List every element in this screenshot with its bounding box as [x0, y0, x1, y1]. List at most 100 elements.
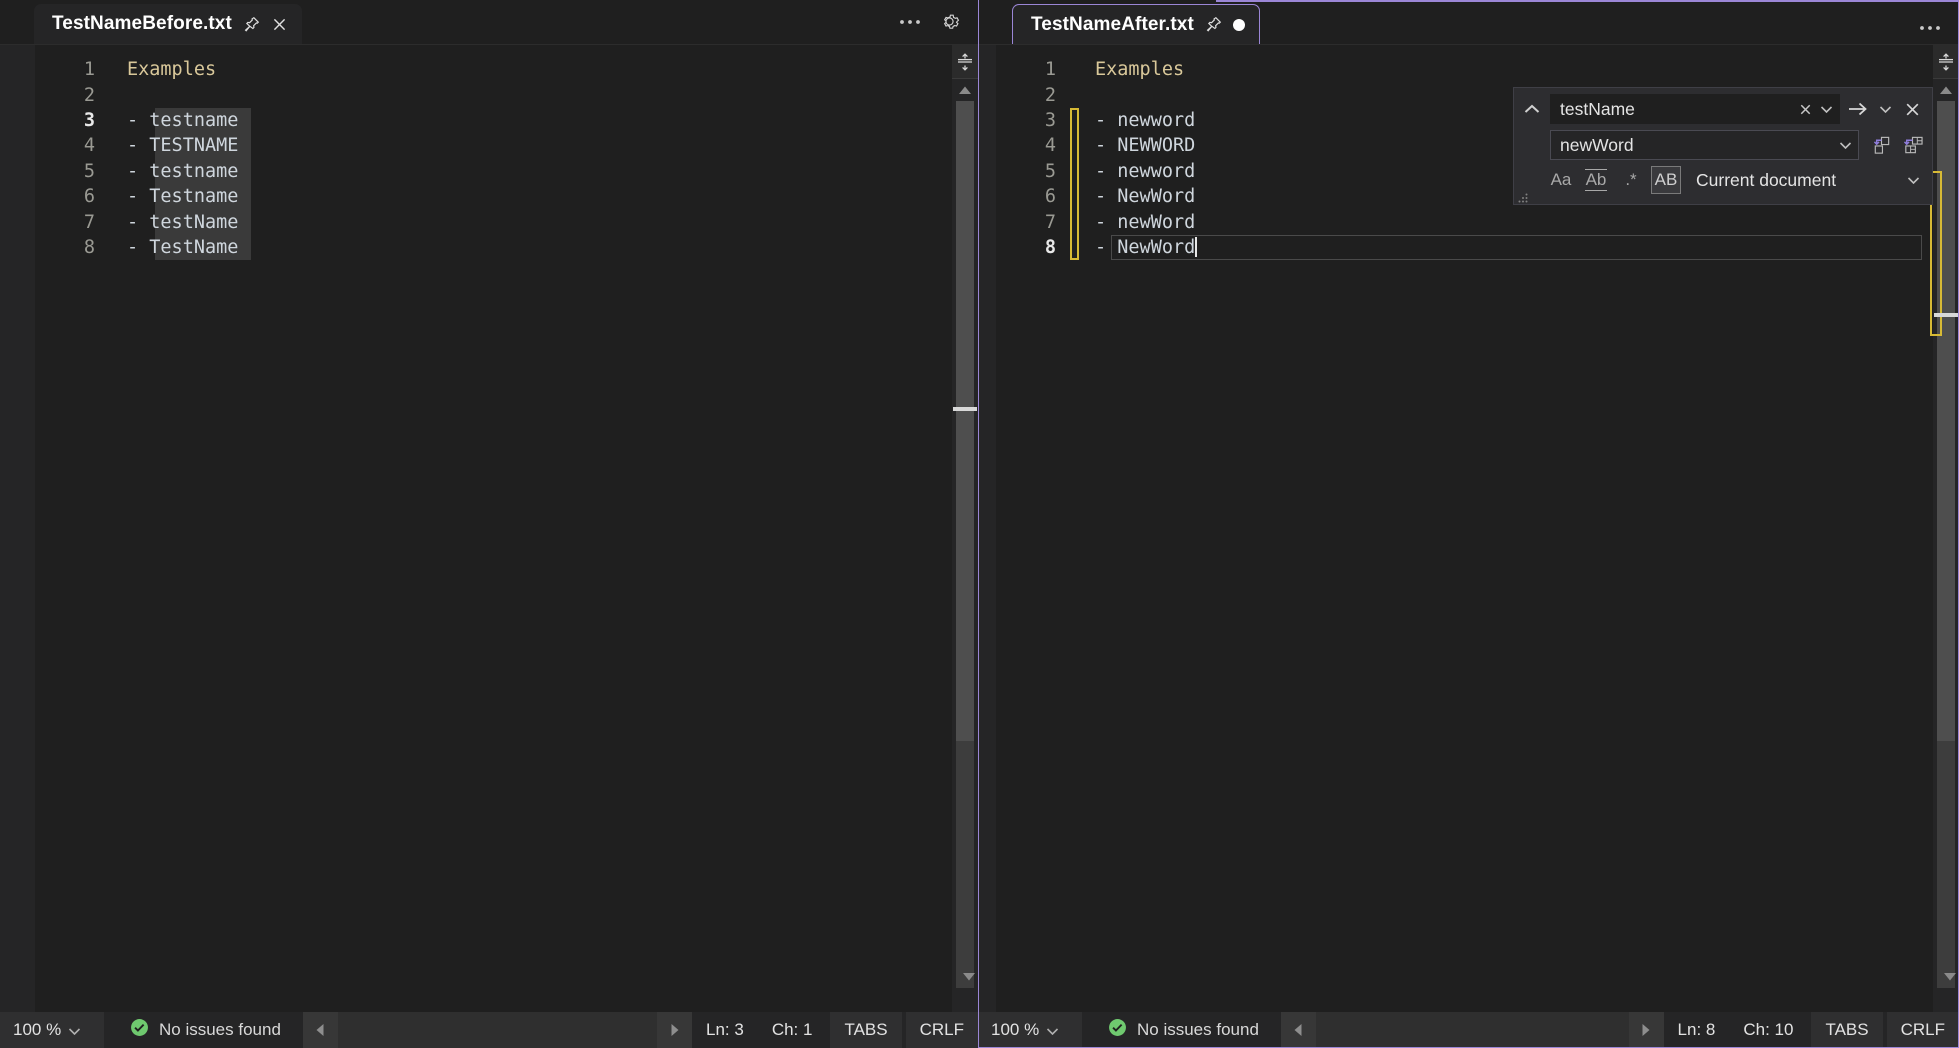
chevron-down-icon[interactable]: [1047, 1020, 1058, 1040]
scroll-up-arrow-icon[interactable]: [1933, 79, 1959, 101]
editor-pane-right: TestNameAfter.txt 1: [978, 0, 1959, 1048]
arrow-right-icon[interactable]: [1846, 96, 1870, 122]
column-indicator[interactable]: Ch: 1: [758, 1012, 827, 1048]
code-line[interactable]: 7 - testName: [35, 209, 952, 234]
pin-icon[interactable]: [243, 16, 260, 33]
match-whole-word-toggle[interactable]: Ab: [1581, 166, 1611, 194]
vertical-scrollbar-track[interactable]: [956, 101, 974, 988]
ellipsis-icon[interactable]: [899, 18, 921, 26]
find-history-chevron-down-icon[interactable]: [1817, 96, 1835, 122]
clear-x-icon[interactable]: [1793, 96, 1817, 122]
horizontal-scrollbar-track[interactable]: [338, 1012, 657, 1048]
find-input[interactable]: testName: [1550, 94, 1840, 124]
status-bar-left: 100 % No issues found: [0, 1012, 978, 1048]
zoom-level-control[interactable]: 100 %: [0, 1012, 104, 1048]
tab-test-name-after[interactable]: TestNameAfter.txt: [1012, 4, 1260, 44]
split-view-icon[interactable]: [952, 45, 978, 79]
indentation-indicator[interactable]: TABS: [830, 1012, 901, 1048]
horizontal-scrollbar-right[interactable]: [1281, 1012, 1664, 1048]
scroll-left-arrow-icon[interactable]: [303, 1012, 338, 1048]
line-ending-indicator[interactable]: CRLF: [906, 1012, 978, 1048]
code-line[interactable]: 8 - TestName: [35, 235, 952, 260]
tabstrip-left: TestNameBefore.txt: [0, 0, 978, 44]
line-number: 3: [35, 110, 97, 131]
code-line[interactable]: 1 Examples: [996, 57, 1933, 82]
horizontal-scrollbar-left[interactable]: [303, 1012, 692, 1048]
scroll-down-arrow-icon[interactable]: [1937, 966, 1959, 988]
replace-row-spacer: [1520, 132, 1544, 158]
chevron-up-icon[interactable]: [1520, 96, 1544, 122]
scroll-down-arrow-icon[interactable]: [956, 966, 978, 988]
search-in-ab-toggle[interactable]: AB: [1651, 166, 1681, 194]
vertical-scroll-column-left[interactable]: [952, 45, 978, 1012]
text-caret: [1195, 237, 1197, 257]
vertical-scrollbar-track[interactable]: [1937, 101, 1955, 988]
issues-indicator[interactable]: No issues found: [1082, 1018, 1259, 1042]
find-replace-widget[interactable]: testName: [1513, 87, 1933, 205]
code-line[interactable]: 7 - newWord: [996, 209, 1933, 234]
code-line[interactable]: 6 - Testname: [35, 184, 952, 209]
resize-grip-icon[interactable]: [1518, 190, 1528, 200]
column-indicator[interactable]: Ch: 10: [1729, 1012, 1807, 1048]
horizontal-scrollbar-track[interactable]: [1316, 1012, 1629, 1048]
editor-pane-left: TestNameBefore.txt: [0, 0, 978, 1048]
code-line[interactable]: 1 Examples: [35, 57, 952, 82]
replace-input[interactable]: newWord: [1550, 130, 1859, 160]
vertical-scrollbar-thumb[interactable]: [956, 101, 974, 741]
line-text: - TESTNAME: [97, 135, 238, 156]
issues-indicator[interactable]: No issues found: [104, 1018, 281, 1042]
editor-body-right: 1 Examples 2 3 - newword: [978, 44, 1959, 1012]
split-view-icon[interactable]: [1933, 45, 1959, 79]
change-bar: [1070, 235, 1079, 260]
line-ending-indicator[interactable]: CRLF: [1887, 1012, 1959, 1048]
unsaved-dot-icon[interactable]: [1233, 19, 1245, 31]
line-indicator[interactable]: Ln: 8: [1664, 1012, 1730, 1048]
use-regex-toggle[interactable]: .*: [1616, 166, 1646, 194]
pin-icon[interactable]: [1205, 16, 1222, 33]
caret-position-group: Ln: 8 Ch: 10 TABS CRLF: [1664, 1012, 1959, 1048]
match-case-toggle[interactable]: Aa: [1546, 166, 1576, 194]
line-text: - Testname: [97, 186, 238, 207]
line-indicator[interactable]: Ln: 3: [692, 1012, 758, 1048]
code-line[interactable]: 8 - NewWord: [996, 235, 1933, 260]
line-text: - TestName: [97, 237, 238, 258]
scroll-left-arrow-icon[interactable]: [1281, 1012, 1316, 1048]
gear-icon[interactable]: [939, 11, 960, 32]
line-text: - NEWWORD: [1079, 135, 1195, 156]
code-area-left[interactable]: 1 Examples 2 3 - testname 4 - TESTNAME: [35, 45, 952, 1012]
line-number: 7: [35, 212, 97, 233]
zoom-level-value: 100 %: [13, 1020, 61, 1040]
vertical-scroll-column-right[interactable]: [1933, 45, 1959, 1012]
scope-chevron-down-icon[interactable]: [1902, 167, 1924, 193]
replace-next-icon[interactable]: [1869, 132, 1893, 158]
replace-all-icon[interactable]: [1900, 132, 1924, 158]
replace-history-chevron-down-icon[interactable]: [1836, 132, 1854, 158]
code-line[interactable]: 2: [35, 82, 952, 107]
code-line[interactable]: 5 - testname: [35, 159, 952, 184]
code-line[interactable]: 3 - testname: [35, 108, 952, 133]
change-bar: [1070, 184, 1079, 209]
tab-test-name-before[interactable]: TestNameBefore.txt: [34, 4, 302, 44]
scroll-up-arrow-icon[interactable]: [952, 79, 978, 101]
scroll-right-arrow-icon[interactable]: [1629, 1012, 1664, 1048]
code-line[interactable]: 4 - TESTNAME: [35, 133, 952, 158]
zoom-level-control[interactable]: 100 %: [978, 1012, 1082, 1048]
tab-toolbar-right: [1919, 24, 1959, 44]
scroll-right-arrow-icon[interactable]: [657, 1012, 692, 1048]
ellipsis-icon[interactable]: [1919, 24, 1941, 32]
close-icon[interactable]: [271, 16, 288, 33]
line-number: 6: [996, 186, 1058, 207]
chevron-down-icon[interactable]: [69, 1020, 80, 1040]
issues-text: No issues found: [159, 1020, 281, 1040]
visual-studio-window: TestNameBefore.txt: [0, 0, 1959, 1048]
tab-title: TestNameAfter.txt: [1031, 14, 1194, 36]
line-number: 5: [996, 161, 1058, 182]
match-whole-word-label: Ab: [1585, 169, 1608, 191]
close-x-icon[interactable]: [1900, 96, 1924, 122]
search-scope-label[interactable]: Current document: [1696, 170, 1836, 191]
line-number: 7: [996, 212, 1058, 233]
indentation-indicator[interactable]: TABS: [1811, 1012, 1882, 1048]
search-in-ab-label: AB: [1655, 170, 1678, 190]
line-text: - newWord: [1079, 212, 1195, 233]
find-options-chevron-down-icon[interactable]: [1876, 96, 1894, 122]
